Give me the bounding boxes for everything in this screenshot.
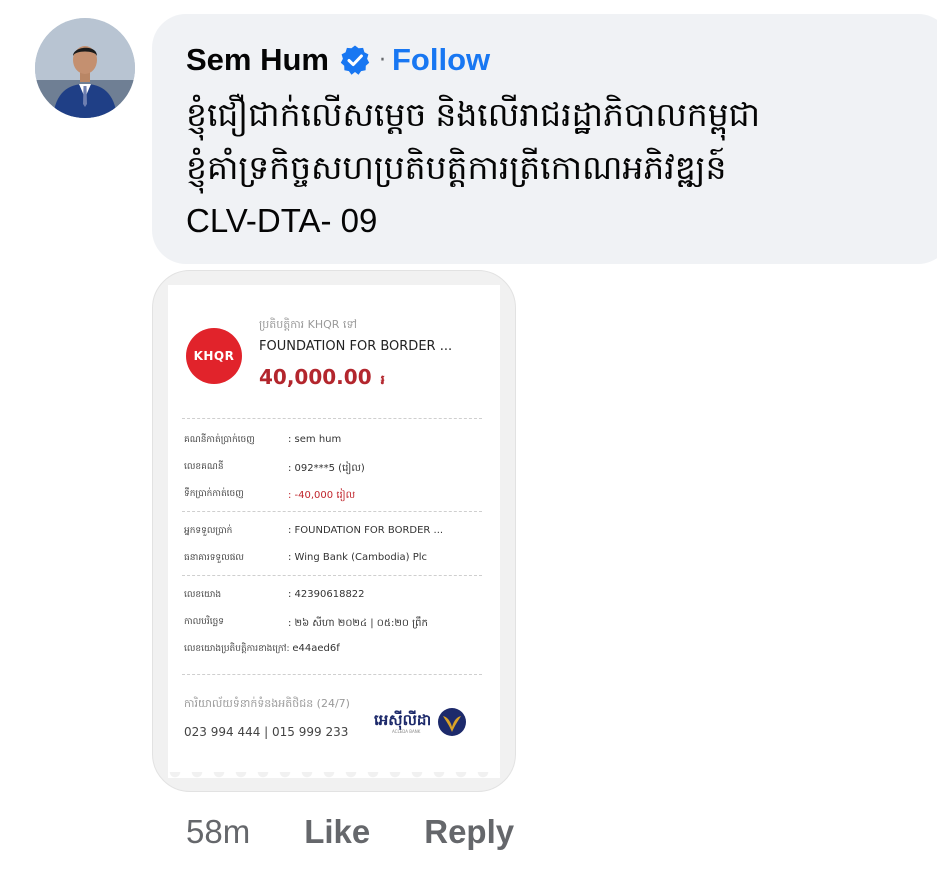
row-label: លេខគណនី <box>184 462 224 472</box>
receipt-subtitle: ប្រតិបត្តិការ KHQR ទៅ <box>259 318 357 331</box>
divider <box>182 674 482 675</box>
amount-value: 40,000.00 <box>259 365 372 389</box>
bank-sub: ACLEDA BANK <box>392 729 421 734</box>
khqr-logo-icon: KHQR <box>186 328 242 384</box>
follow-button[interactable]: Follow <box>392 42 490 78</box>
row-label: គណនីកាត់ប្រាក់ចេញ <box>184 435 255 445</box>
row-label: អ្នកទទួលប្រាក់ <box>184 526 233 536</box>
currency-symbol: ៛ <box>380 373 385 388</box>
receipt-image[interactable]: KHQR ប្រតិបត្តិការ KHQR ទៅ FOUNDATION FO… <box>168 285 500 784</box>
comment-actions: 58m Like Reply <box>186 810 514 854</box>
support-phones: 023 994 444 | 015 999 233 <box>184 725 349 739</box>
acleda-logo-icon <box>437 707 467 737</box>
row-value: : FOUNDATION FOR BORDER ... <box>288 525 444 536</box>
row-value: : ២៦ សីហា ២០២៤ | ០៥:២០ ព្រឹក <box>288 618 428 629</box>
header-separator: · <box>378 47 386 73</box>
divider <box>182 511 482 512</box>
verified-badge-icon <box>339 44 371 76</box>
author-name[interactable]: Sem Hum <box>186 42 329 78</box>
author-avatar[interactable] <box>35 18 135 118</box>
support-label: ការិយាល័យទំនាក់ទំនងអតិថិជន (24/7) <box>184 697 350 710</box>
like-button[interactable]: Like <box>304 813 370 851</box>
avatar-portrait-icon <box>35 18 135 118</box>
row-label: ទឹកប្រាក់កាត់ចេញ <box>184 489 244 499</box>
row-value: : 092***5 (រៀល) <box>288 463 365 474</box>
receipt-torn-edge <box>168 772 500 784</box>
comment-text: ខ្ញុំជឿជាក់លើសម្ដេច និងលើរាជរដ្ឋាភិបាលកម… <box>186 96 761 239</box>
row-value: : -40,000 រៀល <box>288 490 356 501</box>
row-label: លេខយោង <box>184 590 222 600</box>
row-value: : sem hum <box>288 434 342 445</box>
row-label: ធនាគារទទួលផល <box>184 553 244 563</box>
comment-timestamp[interactable]: 58m <box>186 813 250 851</box>
comment-header: Sem Hum · Follow <box>186 38 490 82</box>
acleda-brand: អេស៊ីលីដា ACLEDA BANK <box>374 707 467 737</box>
divider <box>182 575 482 576</box>
row-value: : Wing Bank (Cambodia) Plc <box>288 552 428 563</box>
divider <box>182 418 482 419</box>
external-ref-row: លេខយោងប្រតិបត្តិការខាងក្រៅ: e44aed6f <box>184 643 340 656</box>
reply-button[interactable]: Reply <box>424 813 514 851</box>
row-label: កាលបរិច្ឆេទ <box>184 617 224 627</box>
external-ref-label: លេខយោងប្រតិបត្តិការខាងក្រៅ: <box>184 644 290 654</box>
receipt-amount: 40,000.00 ៛ <box>259 365 385 391</box>
receipt-destination: FOUNDATION FOR BORDER ... <box>259 339 453 354</box>
row-value: : 42390618822 <box>288 589 365 600</box>
external-ref-value: e44aed6f <box>292 643 340 654</box>
